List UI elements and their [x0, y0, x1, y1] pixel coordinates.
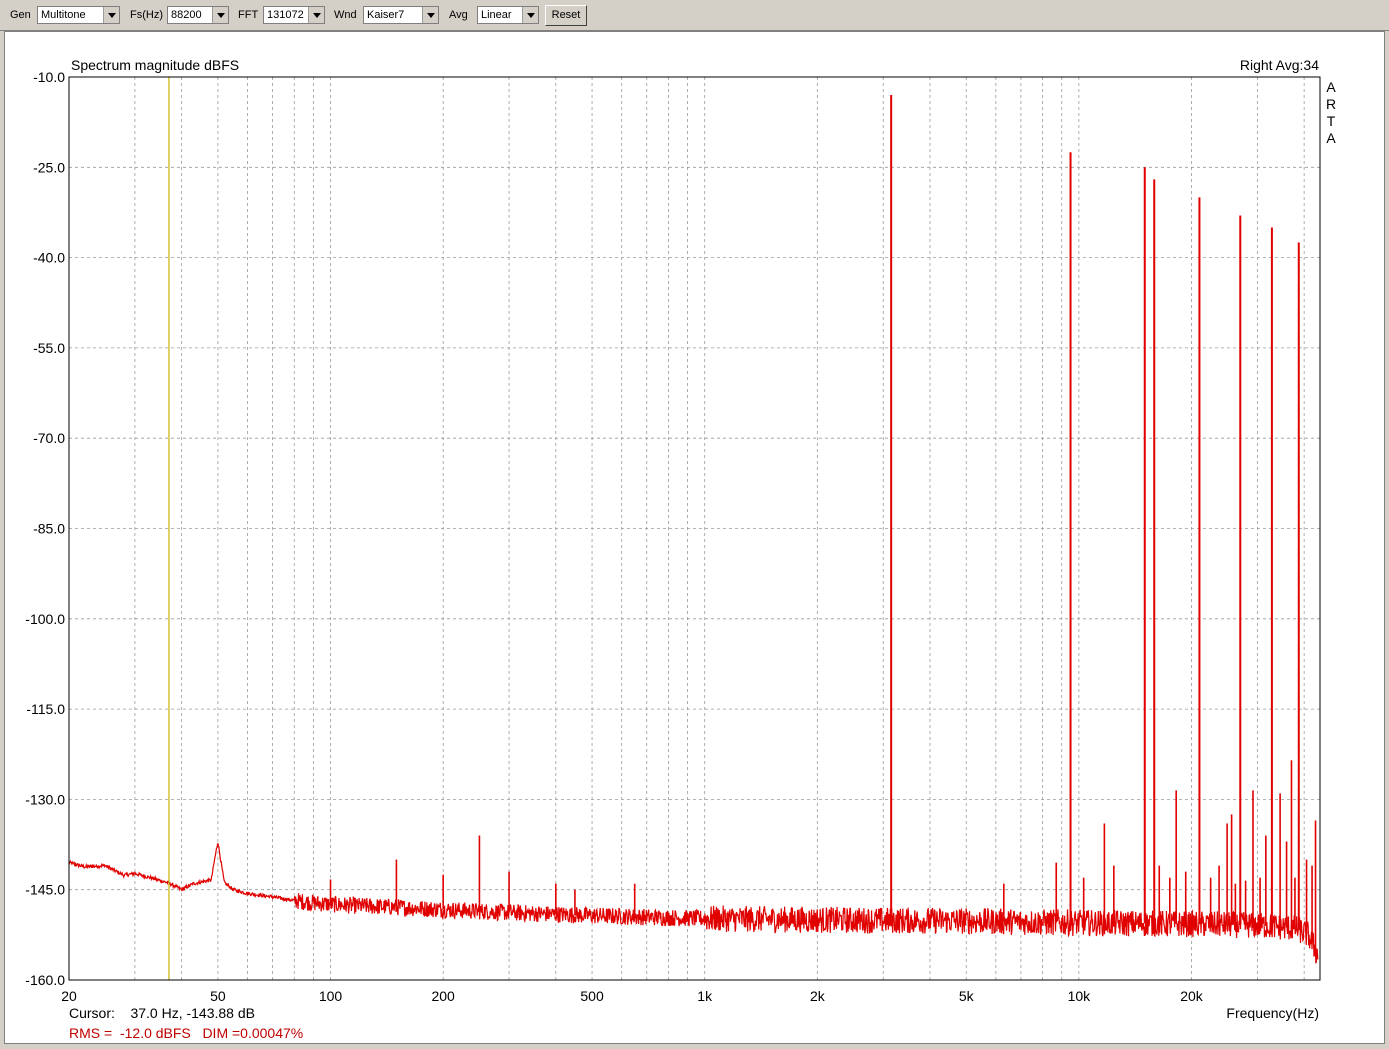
- noise-floor-line: [68, 843, 1319, 964]
- x-tick-label: 200: [431, 988, 455, 1004]
- x-tick-label: 20: [61, 988, 77, 1004]
- grid-lines: [69, 76, 1320, 981]
- y-tick-label: -40.0: [33, 250, 65, 266]
- logo-letter: A: [1326, 130, 1336, 146]
- x-axis-label: Frequency(Hz): [1226, 1005, 1319, 1021]
- y-tick-label: -115.0: [26, 701, 65, 717]
- x-tick-label: 50: [210, 988, 226, 1004]
- y-tick-label: -70.0: [33, 430, 65, 446]
- y-tick-label: -160.0: [25, 972, 65, 988]
- y-tick-label: -10.0: [33, 69, 65, 85]
- x-tick-label: 500: [580, 988, 604, 1004]
- y-tick-label: -145.0: [25, 882, 65, 898]
- logo-letter: R: [1326, 96, 1336, 112]
- y-tick-label: -25.0: [33, 159, 65, 175]
- logo-letter: A: [1326, 79, 1336, 95]
- x-tick-label: 10k: [1068, 988, 1092, 1004]
- logo-letter: T: [1327, 113, 1336, 129]
- y-tick-label: -100.0: [25, 611, 65, 627]
- x-tick-label: 20k: [1180, 988, 1204, 1004]
- spectrum-chart[interactable]: -10.0 -25.0 -40.0 -55.0 -70.0 -85.0 -100.0 -115…: [0, 0, 1389, 1049]
- cursor-readout: Cursor: 37.0 Hz, -143.88 dB: [69, 1005, 255, 1021]
- x-tick-label: 100: [319, 988, 343, 1004]
- arta-logo: ARTA: [1326, 79, 1336, 146]
- rms-readout: RMS = -12.0 dBFS DIM =0.00047%: [69, 1025, 303, 1041]
- y-tick-label: -55.0: [33, 340, 65, 356]
- x-tick-labels: 20 50 100 200 500 1k 2k 5k 10k 20k: [61, 988, 1204, 1004]
- x-tick-label: 1k: [697, 988, 713, 1004]
- x-tick-label: 5k: [959, 988, 975, 1004]
- chart-title: Spectrum magnitude dBFS: [71, 57, 239, 73]
- channel-info: Right Avg:34: [1240, 57, 1319, 73]
- x-tick-label: 2k: [810, 988, 826, 1004]
- y-tick-label: -85.0: [33, 521, 65, 537]
- y-tick-label: -130.0: [25, 791, 65, 807]
- y-tick-labels: -10.0 -25.0 -40.0 -55.0 -70.0 -85.0 -100.0 -115…: [25, 69, 65, 988]
